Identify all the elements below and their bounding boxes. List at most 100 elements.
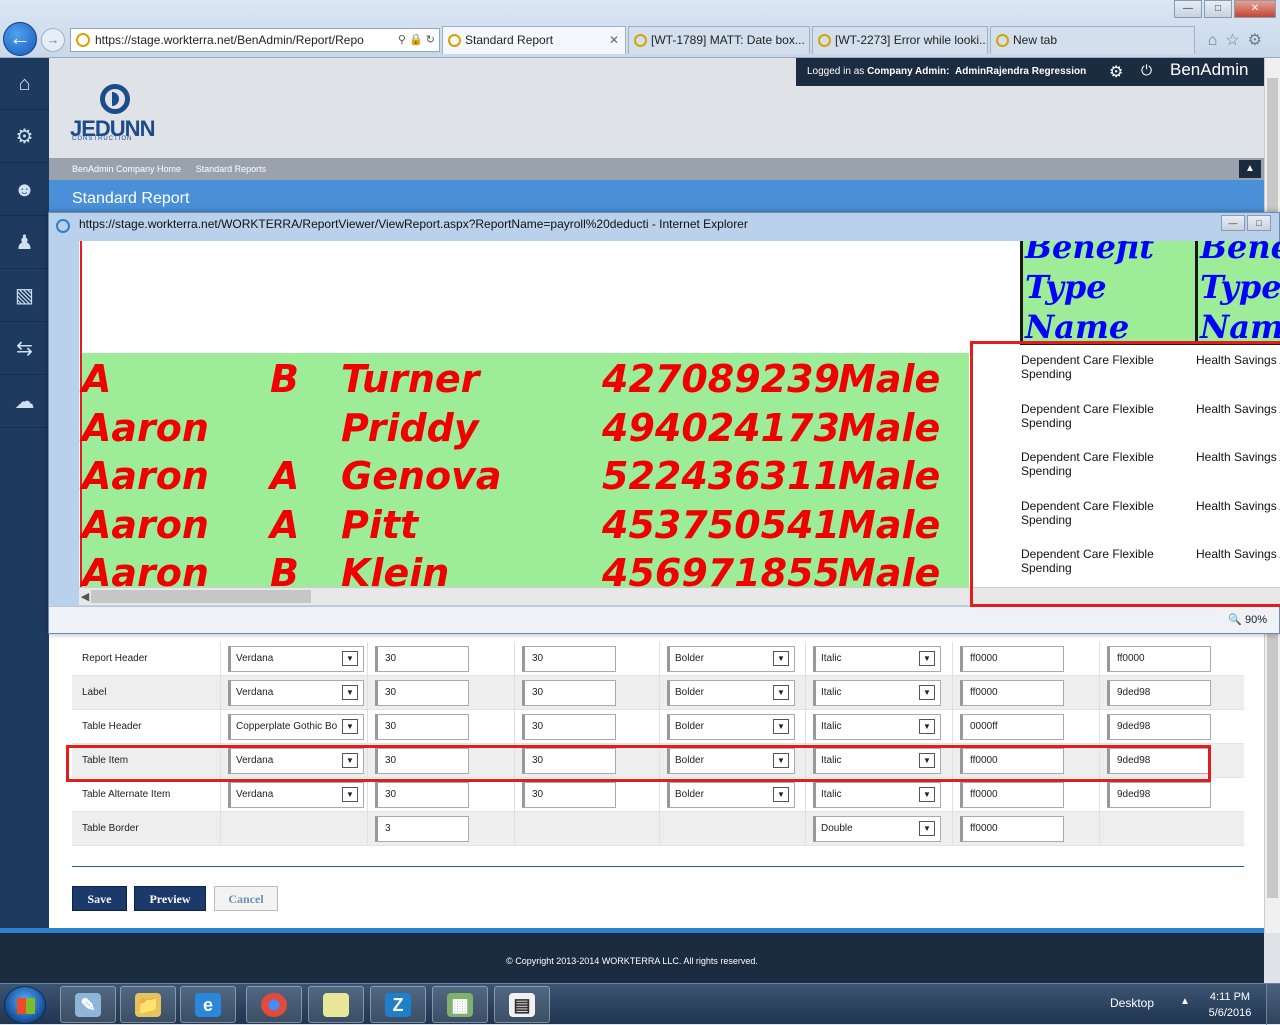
home-favorites-settings-icons[interactable]: ⌂☆⚙: [1208, 30, 1270, 50]
scrollbar-thumb[interactable]: [91, 590, 311, 603]
size1-input[interactable]: 30: [375, 782, 469, 808]
minimize-icon[interactable]: —: [1174, 0, 1202, 18]
size1-input[interactable]: 30: [375, 646, 469, 672]
clock[interactable]: 4:11 PM 5/6/2016: [1200, 989, 1260, 1021]
zoom-level[interactable]: 🔍 90%: [1228, 613, 1267, 626]
cancel-button[interactable]: Cancel: [214, 886, 278, 911]
row-label: Table Border: [82, 823, 139, 834]
close-icon[interactable]: ✕: [1234, 0, 1276, 18]
color1-input[interactable]: ff0000: [960, 680, 1064, 706]
field-value: Italic: [821, 721, 842, 732]
taskbar-app[interactable]: Z: [370, 986, 426, 1023]
address-tools-icons[interactable]: ⚲ 🔒 ↻: [398, 29, 435, 51]
color2-input[interactable]: ff0000: [1107, 646, 1211, 672]
field-value: Italic: [821, 653, 842, 664]
taskbar-app[interactable]: [246, 986, 302, 1023]
power-icon[interactable]: ⏻: [1141, 62, 1152, 79]
field-value: ff0000: [970, 823, 998, 834]
reports-chart-icon[interactable]: ▧: [0, 270, 49, 322]
home-icon[interactable]: ⌂: [0, 58, 49, 110]
show-desktop-button[interactable]: [1266, 984, 1280, 1025]
chevron-down-icon[interactable]: ▼: [773, 651, 789, 666]
puzzle-icon[interactable]: ⚙: [0, 111, 49, 163]
font-select[interactable]: Verdana ▼: [228, 646, 364, 672]
minimize-icon[interactable]: —: [1221, 215, 1245, 231]
taskbar-app[interactable]: e: [180, 986, 236, 1023]
scroll-left-icon[interactable]: ◀: [79, 588, 91, 606]
start-button[interactable]: [4, 986, 46, 1024]
breadcrumb-standard-reports[interactable]: Standard Reports: [196, 164, 267, 174]
chat-icon[interactable]: ☁: [0, 376, 49, 428]
preview-button[interactable]: Preview: [134, 886, 206, 911]
taskbar-app[interactable]: 📁: [120, 986, 176, 1023]
border-style-select[interactable]: Double ▼: [813, 816, 941, 842]
weight-select[interactable]: Bolder ▼: [667, 646, 795, 672]
forward-button[interactable]: →: [41, 28, 65, 52]
style-select[interactable]: Italic ▼: [813, 714, 941, 740]
chevron-down-icon[interactable]: ▼: [773, 787, 789, 802]
chevron-down-icon[interactable]: ▼: [342, 719, 358, 734]
breadcrumb-home[interactable]: BenAdmin Company Home: [72, 164, 181, 174]
back-button[interactable]: ←: [3, 22, 37, 56]
gear-icon[interactable]: ⚙: [1109, 62, 1123, 82]
taskbar-app[interactable]: ✎: [60, 986, 116, 1023]
report-last-cell: Pitt: [341, 502, 419, 547]
color2-input[interactable]: 9ded98: [1107, 782, 1211, 808]
chevron-down-icon[interactable]: ▼: [919, 651, 935, 666]
size1-input[interactable]: 3: [375, 816, 469, 842]
weight-select[interactable]: Bolder ▼: [667, 680, 795, 706]
color2-input[interactable]: 9ded98: [1107, 714, 1211, 740]
save-button[interactable]: Save: [72, 886, 127, 911]
size1-input[interactable]: 30: [375, 714, 469, 740]
size2-input[interactable]: 30: [522, 714, 616, 740]
taskbar-app[interactable]: ▦: [432, 986, 488, 1023]
tray-arrow-icon[interactable]: ▲: [1180, 996, 1190, 1007]
style-select[interactable]: Italic ▼: [813, 646, 941, 672]
tab-new-tab[interactable]: New tab: [990, 26, 1195, 54]
color2-input[interactable]: 9ded98: [1107, 680, 1211, 706]
chevron-down-icon[interactable]: ▼: [773, 685, 789, 700]
tab-standard-report[interactable]: Standard Report ✕: [442, 26, 626, 54]
chevron-down-icon[interactable]: ▼: [919, 787, 935, 802]
report-first-cell: Aaron: [82, 502, 209, 547]
field-value: Italic: [821, 687, 842, 698]
weight-select[interactable]: Bolder ▼: [667, 714, 795, 740]
close-tab-icon[interactable]: ✕: [609, 27, 619, 54]
font-select[interactable]: Copperplate Gothic Bo ▼: [228, 714, 364, 740]
weight-select[interactable]: Bolder ▼: [667, 782, 795, 808]
chevron-down-icon[interactable]: ▼: [919, 685, 935, 700]
transfer-icon[interactable]: ⇆: [0, 323, 49, 375]
color1-input[interactable]: 0000ff: [960, 714, 1064, 740]
size2-input[interactable]: 30: [522, 680, 616, 706]
field-value: Bolder: [675, 653, 704, 664]
chevron-down-icon[interactable]: ▼: [342, 651, 358, 666]
taskbar-app[interactable]: [308, 986, 364, 1023]
chevron-down-icon[interactable]: ▼: [919, 821, 935, 836]
font-select[interactable]: Verdana ▼: [228, 782, 364, 808]
chevron-down-icon[interactable]: ▼: [919, 719, 935, 734]
desktop-toolbar-label[interactable]: Desktop: [1110, 996, 1154, 1010]
tab-wt-1789[interactable]: [WT-1789] MATT: Date box...: [628, 26, 810, 54]
user-settings-icon[interactable]: ☻: [0, 164, 49, 216]
color1-input[interactable]: ff0000: [960, 782, 1064, 808]
tab-wt-2273[interactable]: [WT-2273] Error while looki...: [812, 26, 988, 54]
color1-input[interactable]: ff0000: [960, 646, 1064, 672]
size1-input[interactable]: 30: [375, 680, 469, 706]
chevron-down-icon[interactable]: ▼: [773, 719, 789, 734]
field-value: 0000ff: [970, 721, 998, 732]
chevron-down-icon[interactable]: ▼: [342, 685, 358, 700]
maximize-icon[interactable]: □: [1204, 0, 1232, 18]
color1-input[interactable]: ff0000: [960, 816, 1064, 842]
address-bar[interactable]: https://stage.workterra.net/BenAdmin/Rep…: [70, 28, 440, 52]
maximize-icon[interactable]: □: [1247, 215, 1271, 231]
style-select[interactable]: Italic ▼: [813, 680, 941, 706]
chevron-down-icon[interactable]: ▼: [342, 787, 358, 802]
style-select[interactable]: Italic ▼: [813, 782, 941, 808]
size2-input[interactable]: 30: [522, 646, 616, 672]
chevron-up-icon[interactable]: ▲: [1239, 160, 1261, 178]
font-select[interactable]: Verdana ▼: [228, 680, 364, 706]
taskbar-app[interactable]: ▤: [494, 986, 550, 1023]
size2-input[interactable]: 30: [522, 782, 616, 808]
user-icon[interactable]: ♟: [0, 217, 49, 269]
report-first-cell: A: [82, 357, 112, 401]
